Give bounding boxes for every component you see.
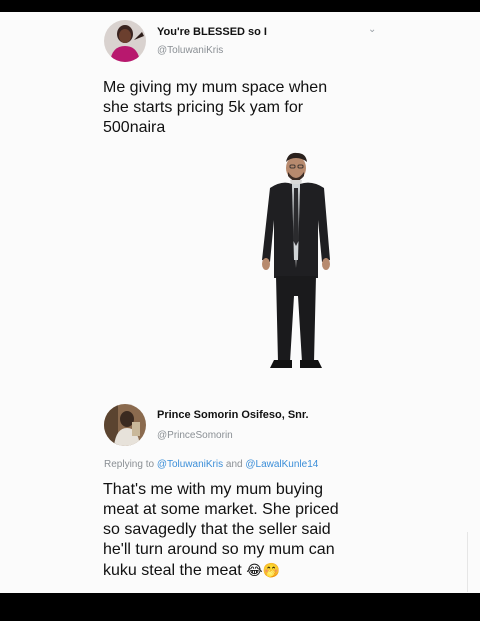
man-in-suit-image — [262, 152, 330, 368]
replying-prefix: Replying to — [104, 459, 155, 470]
chevron-down-icon[interactable]: ⌄ — [368, 24, 376, 35]
tweet-text: Me giving my mum space when she starts p… — [103, 78, 327, 138]
tweet-text-line: Me giving my mum space when — [103, 79, 328, 96]
screenshot-content: You're BLESSED so I @ToluwaniKris ⌄ Me g… — [0, 12, 480, 593]
replying-to: Replying to @ToluwaniKris and @LawalKunl… — [104, 459, 318, 470]
display-name[interactable]: You're BLESSED so I — [157, 26, 267, 38]
navigation-bar — [0, 593, 480, 621]
user-handle[interactable]: @PrinceSomorin — [157, 430, 233, 441]
mention-link[interactable]: @LawalKunle14 — [245, 459, 318, 470]
tweet-text-line: 500naira — [103, 119, 166, 136]
avatar-photo — [104, 404, 146, 446]
tweet-text-line: meat at some market. She priced — [103, 501, 339, 518]
scrollbar[interactable] — [467, 532, 474, 592]
tweet-text-line: he'll turn around so my mum can — [103, 541, 335, 558]
display-name[interactable]: Prince Somorin Osifeso, Snr. — [157, 409, 309, 421]
status-bar — [0, 0, 480, 12]
avatar-photo — [104, 20, 146, 62]
tweet-text-line-text: kuku steal the meat — [103, 562, 242, 579]
tweet-text-line: so savagedly that the seller said — [103, 521, 331, 538]
tweet-text: That's me with my mum buying meat at som… — [103, 480, 339, 581]
replying-and: and — [225, 459, 243, 470]
avatar[interactable] — [104, 20, 146, 62]
mention-link[interactable]: @ToluwaniKris — [157, 459, 223, 470]
tweet-text-line: That's me with my mum buying — [103, 481, 324, 498]
tweet-text-line: she starts pricing 5k yam for — [103, 99, 304, 116]
user-handle[interactable]: @ToluwaniKris — [157, 45, 223, 56]
emoji-laughing-icon: 😂🤭 — [246, 562, 280, 578]
avatar[interactable] — [104, 404, 146, 446]
tweet-text-line: kuku steal the meat 😂🤭 — [103, 560, 339, 581]
